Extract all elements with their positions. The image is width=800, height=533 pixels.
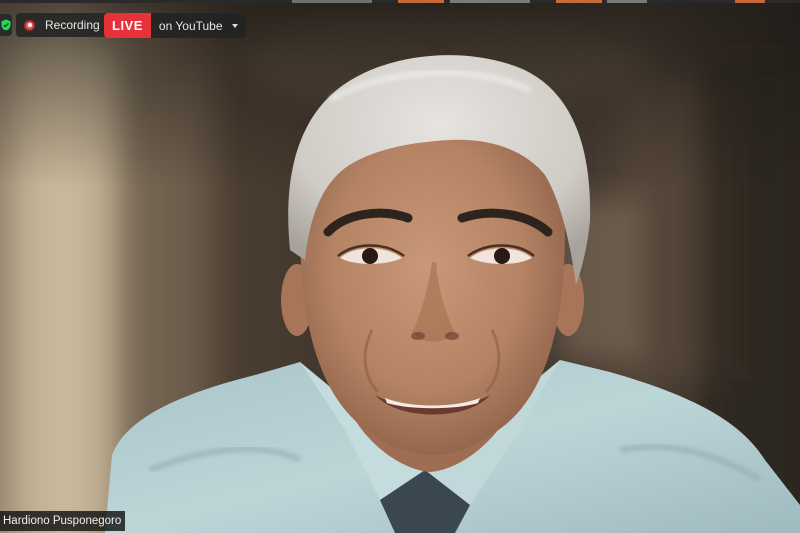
security-shield[interactable] (0, 14, 12, 36)
thumbnail[interactable] (607, 0, 647, 3)
participant-strip (0, 0, 800, 3)
thumbnail[interactable] (450, 0, 530, 3)
participant-name-tag: Hardiono Pusponegoro (0, 511, 126, 531)
chevron-down-icon (231, 23, 238, 28)
thumbnail[interactable] (556, 0, 602, 3)
meeting-window: Recording LIVE on YouTube Hardiono Puspo… (0, 0, 800, 533)
participant-name: Hardiono Pusponegoro (3, 515, 122, 527)
live-destination-label: on YouTube (158, 18, 223, 33)
participant-video (0, 0, 800, 533)
thumbnail[interactable] (735, 0, 765, 3)
thumbnail[interactable] (292, 0, 372, 3)
live-destination-dropdown[interactable]: on YouTube (150, 13, 246, 38)
record-dot-icon (24, 19, 35, 31)
live-badge: LIVE (104, 13, 151, 38)
recording-label: Recording (45, 18, 100, 32)
livestream-indicator[interactable]: LIVE on YouTube (104, 13, 246, 38)
thumbnail[interactable] (398, 0, 444, 3)
recording-indicator[interactable]: Recording (16, 13, 110, 37)
shield-check-icon (1, 19, 11, 31)
